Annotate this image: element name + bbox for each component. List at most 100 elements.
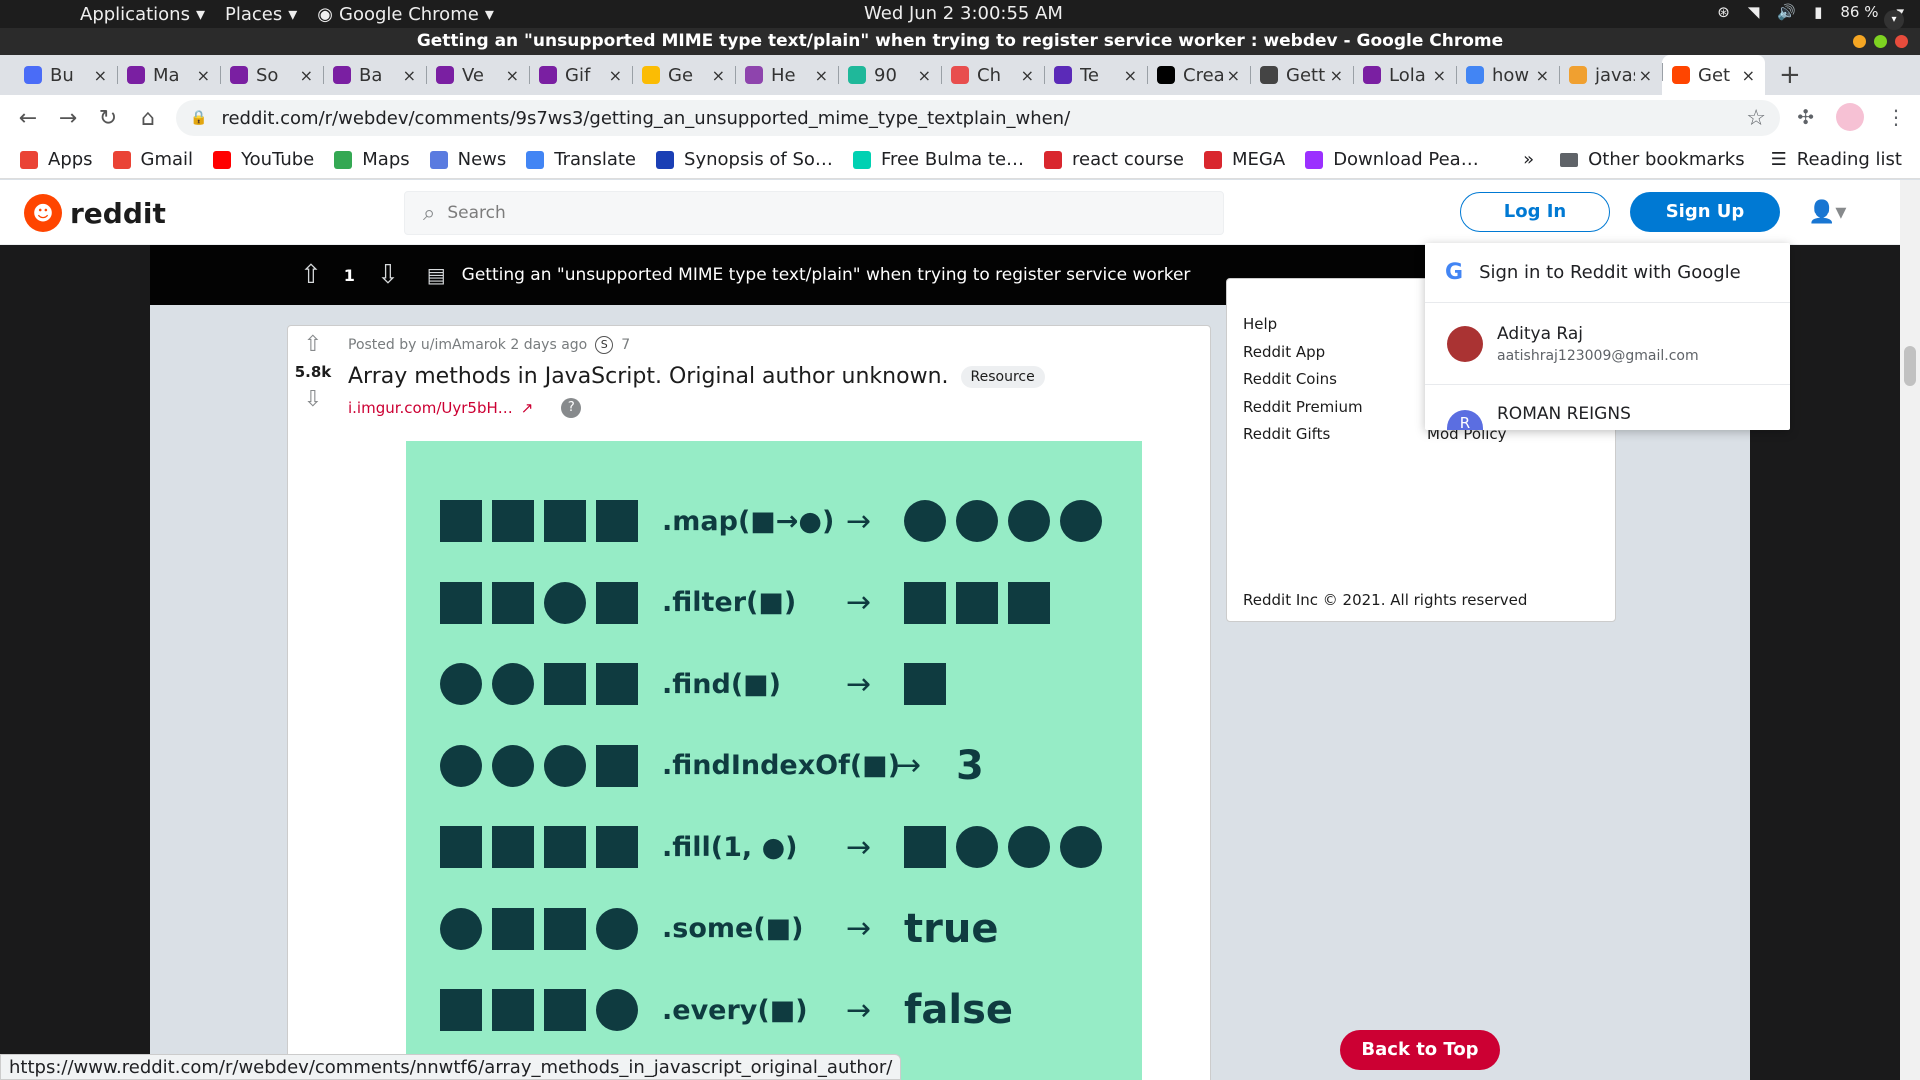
footer-link[interactable]: Reddit Premium (1243, 394, 1363, 422)
battery-icon[interactable]: ▮ (1814, 3, 1822, 21)
chrome-app-menu[interactable]: ◉ Google Chrome ▾ (317, 4, 494, 25)
google-account-option[interactable]: Aditya Raj aatishraj123009@gmail.com (1425, 303, 1790, 385)
upvote-icon[interactable]: ⇧ (288, 332, 338, 357)
kebab-menu-icon[interactable]: ⋮ (1886, 105, 1906, 129)
post-title[interactable]: Getting an "unsupported MIME type text/p… (462, 265, 1191, 285)
help-icon[interactable]: ? (561, 398, 582, 418)
footer-link[interactable]: Reddit Gifts (1243, 421, 1363, 449)
system-tray[interactable]: ⊛ ◥ 🔊 ▮ 86 % ▾ (1717, 3, 1904, 21)
close-tab-icon[interactable]: × (712, 66, 725, 85)
new-tab-button[interactable]: + (1779, 60, 1801, 90)
close-tab-icon[interactable]: × (94, 66, 107, 85)
wifi-icon[interactable]: ◥ (1748, 3, 1760, 21)
footer-link[interactable]: Reddit App (1243, 339, 1363, 367)
applications-menu[interactable]: Applications ▾ (80, 4, 205, 25)
close-tab-icon[interactable]: × (815, 66, 828, 85)
tab[interactable]: Ve × (426, 58, 529, 92)
bookmark-item[interactable]: Free Bulma te… (852, 149, 1024, 170)
bookmark-item[interactable]: Synopsis of So… (656, 149, 833, 170)
places-menu[interactable]: Places ▾ (225, 4, 297, 25)
post-title[interactable]: Array methods in JavaScript. Original au… (348, 364, 949, 389)
profile-avatar[interactable] (1836, 103, 1864, 131)
close-tab-icon[interactable]: × (300, 66, 313, 85)
close-tab-icon[interactable]: × (609, 66, 622, 85)
close-tab-icon[interactable]: × (403, 66, 416, 85)
volume-icon[interactable]: 🔊 (1777, 3, 1796, 21)
page-scrollbar[interactable] (1900, 180, 1920, 1080)
tab[interactable]: Get × (1662, 55, 1765, 95)
post-link-text[interactable]: i.imgur.com/Uyr5bH… (348, 399, 513, 417)
extensions-puzzle-icon[interactable]: ✣ (1797, 105, 1814, 129)
downvote-icon[interactable]: ⇩ (377, 260, 399, 290)
home-icon[interactable]: ⌂ (128, 106, 168, 131)
upvote-icon[interactable]: ⇧ (300, 260, 322, 290)
tab[interactable]: Ge × (632, 58, 735, 92)
reload-icon[interactable]: ↻ (88, 106, 128, 131)
close-tab-icon[interactable]: × (1227, 66, 1240, 85)
back-to-top-button[interactable]: Back to Top (1340, 1030, 1500, 1070)
bookmark-item[interactable]: News (429, 149, 506, 170)
forward-arrow-icon[interactable]: → (48, 106, 88, 131)
more-bookmarks-button[interactable]: » (1523, 149, 1534, 170)
tab[interactable]: Bu × (14, 58, 117, 92)
scrollbar-thumb[interactable] (1904, 346, 1916, 386)
tab[interactable]: So × (220, 58, 323, 92)
back-arrow-icon[interactable]: ← (8, 106, 48, 131)
tab[interactable]: Lola L× (1353, 58, 1456, 92)
close-window-button[interactable] (1895, 35, 1908, 48)
post-flair[interactable]: Resource (960, 365, 1045, 388)
close-tab-icon[interactable]: × (1536, 66, 1549, 85)
minimize-button[interactable] (1853, 35, 1866, 48)
bookmark-item[interactable]: Gmail (112, 149, 193, 170)
close-tab-icon[interactable]: × (918, 66, 931, 85)
user-dropdown-icon[interactable]: 👤▾ (1808, 200, 1846, 225)
google-account-option[interactable]: R ROMAN REIGNS (1425, 385, 1790, 430)
post-link[interactable]: i.imgur.com/Uyr5bH… ↗ ? (348, 398, 582, 418)
footer-link[interactable]: Help (1243, 311, 1363, 339)
bookmark-item[interactable]: react course (1044, 149, 1184, 170)
signup-button[interactable]: Sign Up (1630, 192, 1780, 232)
bookmark-item[interactable]: MEGA (1204, 149, 1285, 170)
tab[interactable]: 90 × (838, 58, 941, 92)
reading-list[interactable]: ☰ Reading list (1771, 149, 1902, 170)
search-input[interactable]: ⌕ Search (404, 191, 1224, 235)
close-tab-icon[interactable]: × (1124, 66, 1137, 85)
tab[interactable]: Te × (1044, 58, 1147, 92)
tab[interactable]: He × (735, 58, 838, 92)
close-tab-icon[interactable]: × (1433, 66, 1446, 85)
close-tab-icon[interactable]: × (197, 66, 210, 85)
lock-icon[interactable]: 🔒 (190, 110, 207, 126)
tab[interactable]: Creati× (1147, 58, 1250, 92)
reddit-logo[interactable]: ☻ reddit (24, 194, 166, 232)
address-bar[interactable]: 🔒 reddit.com/r/webdev/comments/9s7ws3/ge… (176, 100, 1780, 136)
tab[interactable]: Gettin× (1250, 58, 1353, 92)
close-tab-icon[interactable]: × (506, 66, 519, 85)
accessibility-icon[interactable]: ⊛ (1717, 3, 1730, 21)
post-author-time[interactable]: Posted by u/imAmarok 2 days ago (348, 337, 587, 353)
login-button[interactable]: Log In (1460, 192, 1610, 232)
tab-search-icon[interactable]: ▾ (1884, 10, 1904, 30)
close-tab-icon[interactable]: × (1330, 66, 1343, 85)
bookmark-item[interactable]: Apps (20, 149, 93, 170)
post-image[interactable]: .map(■→●) → .filter(■) → .find(■) → .findIndex… (406, 441, 1142, 1080)
bookmark-item[interactable]: Download Pea… (1305, 149, 1479, 170)
tab[interactable]: Ch × (941, 58, 1044, 92)
tab[interactable]: how t× (1456, 58, 1559, 92)
maximize-button[interactable] (1874, 35, 1887, 48)
post-card[interactable]: ⇧ 5.8k ⇩ Posted by u/imAmarok 2 days ago… (287, 325, 1211, 1080)
bookmark-item[interactable]: Maps (334, 149, 410, 170)
footer-link[interactable]: Reddit Coins (1243, 366, 1363, 394)
close-tab-icon[interactable]: × (1021, 66, 1034, 85)
tab[interactable]: Ba × (323, 58, 426, 92)
bookmark-item[interactable]: Translate (526, 149, 636, 170)
bookmark-item[interactable]: YouTube (213, 149, 314, 170)
tab[interactable]: Ma × (117, 58, 220, 92)
other-bookmarks[interactable]: Other bookmarks (1560, 149, 1745, 170)
bookmark-star-icon[interactable]: ☆ (1746, 106, 1766, 131)
close-tab-icon[interactable]: × (1639, 66, 1652, 85)
downvote-icon[interactable]: ⇩ (288, 387, 338, 412)
tab[interactable]: javasc× (1559, 58, 1662, 92)
clock[interactable]: Wed Jun 2 3:00:55 AM (864, 3, 1063, 24)
close-tab-icon[interactable]: × (1742, 66, 1755, 85)
tab[interactable]: Gif × (529, 58, 632, 92)
